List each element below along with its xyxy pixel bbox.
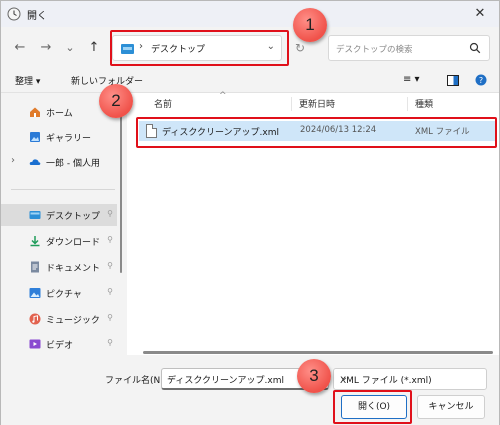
- documents-icon: [31, 261, 39, 273]
- column-divider[interactable]: [291, 97, 292, 111]
- navigation-pane: ホーム ギャラリー › 一郎 - 個人用 デスクトップ ⚲ ダウンロード ⚲ ド…: [1, 93, 125, 355]
- dialog-footer: ファイル名(N): ディスククリーンアップ.xml ⌄ XML ファイル (*.…: [1, 355, 499, 425]
- sidebar-item-label: ギャラリー: [46, 134, 92, 144]
- sidebar-item-gallery[interactable]: ギャラリー: [1, 126, 117, 148]
- sort-ascending-icon: ^: [219, 91, 227, 101]
- step-badge-3: 3: [297, 359, 331, 393]
- pin-icon[interactable]: ⚲: [107, 338, 113, 347]
- pin-icon[interactable]: ⚲: [107, 209, 113, 218]
- step-badge-1: 1: [293, 8, 327, 42]
- filename-label: ファイル名(N):: [105, 376, 167, 386]
- home-icon: [30, 107, 40, 117]
- sidebar-item-label: 一郎 - 個人用: [46, 159, 100, 169]
- desktop-icon: [29, 211, 41, 219]
- pictures-icon: [29, 288, 41, 298]
- onedrive-icon: [29, 159, 41, 165]
- title-bar: 開く ✕: [1, 1, 499, 27]
- pin-icon[interactable]: ⚲: [107, 235, 113, 244]
- sidebar-item-label: ダウンロード: [46, 238, 101, 248]
- column-header-name[interactable]: 名前: [154, 97, 172, 110]
- sidebar-item-label: ミュージック: [46, 316, 100, 326]
- sidebar-item-label: デスクトップ: [46, 212, 101, 222]
- command-bar: 整理 ▾ 新しいフォルダー ≡ ▾ ?: [1, 69, 499, 93]
- sidebar-item-documents[interactable]: ドキュメント ⚲: [1, 256, 117, 278]
- sidebar-item-videos[interactable]: ビデオ ⚲: [1, 333, 117, 355]
- column-header-modified[interactable]: 更新日時: [299, 97, 335, 110]
- column-header-type[interactable]: 種類: [415, 97, 433, 110]
- window-title: 開く: [27, 11, 47, 22]
- highlight-address-bar: [110, 30, 289, 66]
- forward-button[interactable]: →: [37, 39, 55, 57]
- organize-button[interactable]: 整理 ▾: [15, 74, 40, 87]
- pin-icon[interactable]: ⚲: [107, 287, 113, 296]
- download-icon: [30, 236, 40, 247]
- videos-icon: [29, 339, 41, 349]
- close-button[interactable]: ✕: [467, 4, 493, 24]
- sidebar-item-label: ホーム: [46, 109, 73, 119]
- sidebar-item-desktop[interactable]: デスクトップ ⚲: [1, 204, 117, 226]
- music-icon: [29, 313, 41, 325]
- svg-text:?: ?: [479, 76, 483, 85]
- highlight-file-row: [136, 117, 497, 148]
- file-list-scrollbar[interactable]: [143, 351, 493, 354]
- gallery-icon: [30, 132, 40, 142]
- sidebar-divider: [11, 189, 115, 190]
- preview-pane-icon[interactable]: [447, 75, 459, 86]
- pin-icon[interactable]: ⚲: [107, 261, 113, 270]
- sidebar-item-downloads[interactable]: ダウンロード ⚲: [1, 230, 117, 252]
- expand-chevron-icon[interactable]: ›: [11, 155, 15, 166]
- help-icon[interactable]: ?: [475, 74, 487, 86]
- clock-icon: [7, 7, 21, 21]
- sidebar-item-label: ビデオ: [46, 341, 74, 351]
- pin-icon[interactable]: ⚲: [107, 313, 113, 322]
- step-badge-2: 2: [99, 84, 133, 118]
- search-placeholder: デスクトップの検索: [336, 45, 413, 55]
- sidebar-item-label: ドキュメント: [46, 264, 101, 274]
- highlight-open-button: [333, 390, 412, 424]
- sidebar-item-music[interactable]: ミュージック ⚲: [1, 308, 117, 330]
- view-options-button[interactable]: ≡ ▾: [403, 74, 420, 85]
- sidebar-scrollbar[interactable]: [120, 97, 122, 273]
- search-input[interactable]: デスクトップの検索: [328, 35, 490, 61]
- up-button[interactable]: ↑: [85, 39, 103, 57]
- filetype-select[interactable]: XML ファイル (*.xml) ⌄: [333, 368, 487, 390]
- recent-locations-button[interactable]: ⌄: [61, 39, 79, 57]
- cancel-button[interactable]: キャンセル: [417, 395, 485, 419]
- open-file-dialog: 開く ✕ ← → ⌄ ↑ › デスクトップ ⌄ ↻ デスクトップの検索 整理 ▾…: [0, 0, 500, 425]
- back-button[interactable]: ←: [11, 39, 29, 57]
- sidebar-item-pictures[interactable]: ピクチャ ⚲: [1, 282, 117, 304]
- sidebar-item-onedrive[interactable]: › 一郎 - 個人用: [1, 151, 117, 173]
- search-icon: [469, 42, 481, 54]
- column-divider[interactable]: [407, 97, 408, 111]
- sidebar-item-label: ピクチャ: [46, 290, 82, 300]
- chevron-down-icon[interactable]: ⌄: [340, 372, 480, 383]
